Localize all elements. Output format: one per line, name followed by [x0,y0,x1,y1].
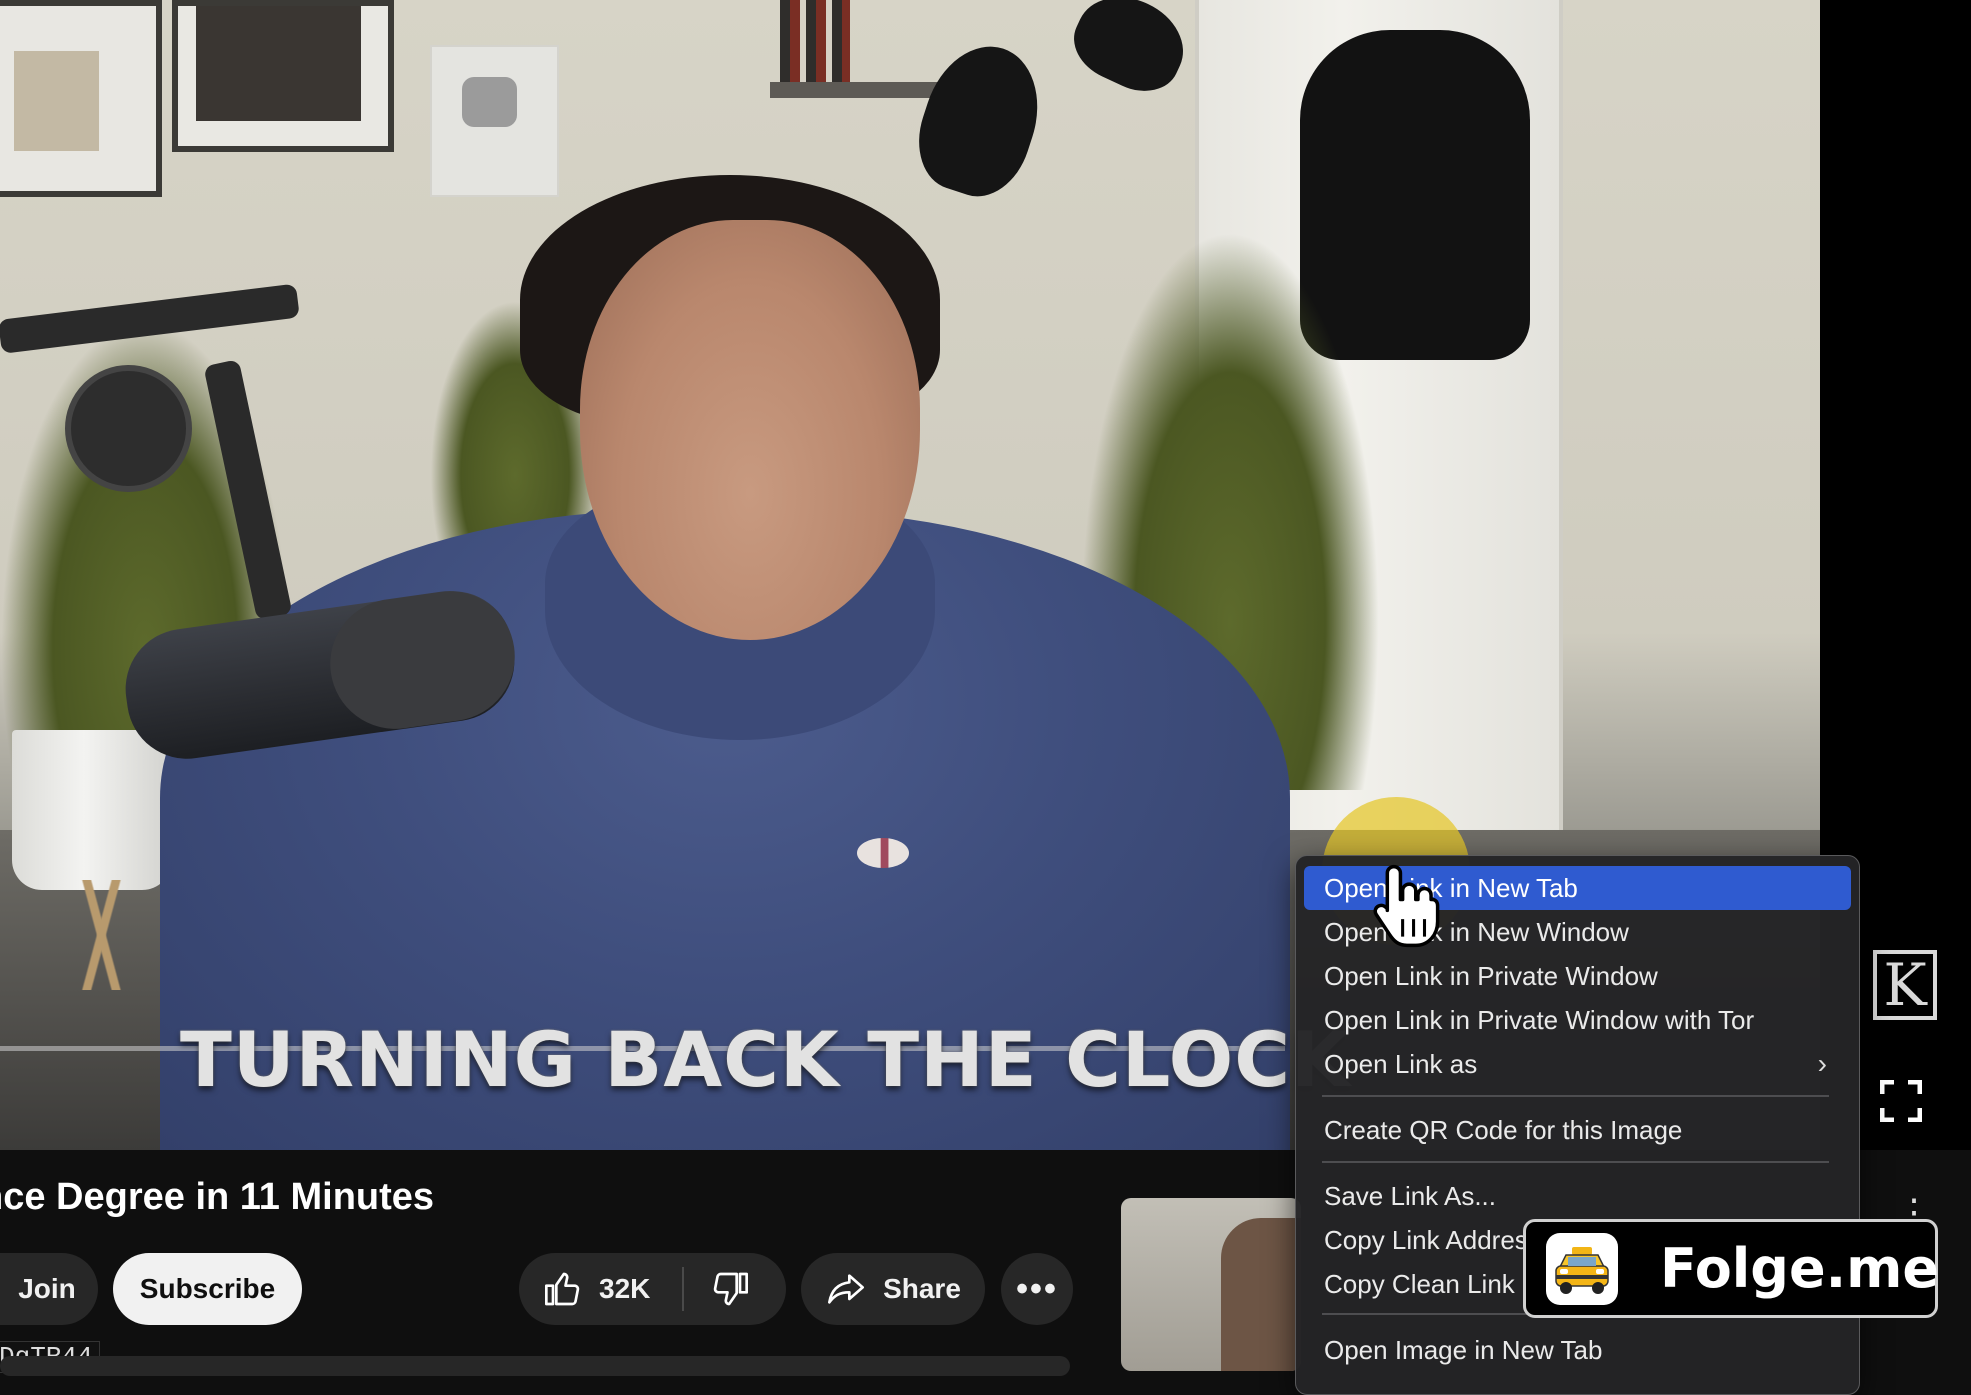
hanging-cap [904,31,1056,209]
fullscreen-icon[interactable] [1880,1080,1922,1122]
recommended-more-button[interactable]: ⋮ [1896,1194,1932,1230]
share-arrow-icon [828,1274,865,1304]
like-dislike-group: 32K [519,1253,786,1325]
channel-watermark-icon[interactable]: K [1873,950,1937,1020]
subscribe-label: Subscribe [139,1273,276,1304]
recommended-video-thumbnail[interactable] [1121,1198,1301,1371]
thumbs-down-icon[interactable] [710,1269,750,1309]
menu-item-open-image-new-tab[interactable]: Open Image in New Tab [1304,1328,1851,1372]
menu-item-open-private-window-tor[interactable]: Open Link in Private Window with Tor [1304,998,1851,1042]
books-on-shelf [780,0,850,84]
presenter-face [580,220,920,640]
subscribe-button[interactable]: Subscribe [113,1253,302,1325]
plant-pot [12,730,172,890]
hanging-cap [1062,0,1198,105]
hoodie-logo [857,838,909,868]
video-title: nce Degree in 11 Minutes [0,1176,435,1218]
video-caption: TURNING BACK THE CLOCK [180,1015,1351,1104]
description-box-edge[interactable] [0,1356,1070,1376]
mic-arm-joint [65,365,192,492]
folge-me-text: Folge.me [1660,1237,1939,1300]
submenu-chevron-icon: › [1817,1048,1827,1079]
taxi-icon [1546,1232,1618,1305]
more-actions-button[interactable]: ••• [1001,1253,1073,1325]
wall-picture-frame [0,0,162,197]
menu-separator [1322,1095,1829,1097]
like-divider [682,1267,685,1311]
like-count[interactable]: 32K [599,1273,650,1305]
menu-item-open-private-window[interactable]: Open Link in Private Window [1304,954,1851,998]
share-button[interactable]: Share [801,1253,985,1325]
menu-item-save-link-as[interactable]: Save Link As... [1304,1174,1851,1218]
join-label: Join [18,1273,76,1304]
folge-me-badge: Folge.me [1523,1219,1939,1318]
wall-plaque [430,45,559,197]
thumbs-up-icon[interactable] [543,1269,583,1309]
share-label: Share [883,1273,961,1304]
wall-picture-frame [172,0,394,152]
join-button[interactable]: Join [0,1253,98,1325]
menu-item-open-link-as[interactable]: Open Link as › [1304,1042,1851,1086]
plant-stand [30,880,180,990]
hand-cursor-icon [1373,864,1440,948]
wall-shelf [770,82,955,98]
menu-item-open-link-as-label: Open Link as [1324,1049,1478,1079]
menu-item-create-qr-code[interactable]: Create QR Code for this Image [1304,1108,1851,1152]
menu-separator [1322,1161,1829,1163]
